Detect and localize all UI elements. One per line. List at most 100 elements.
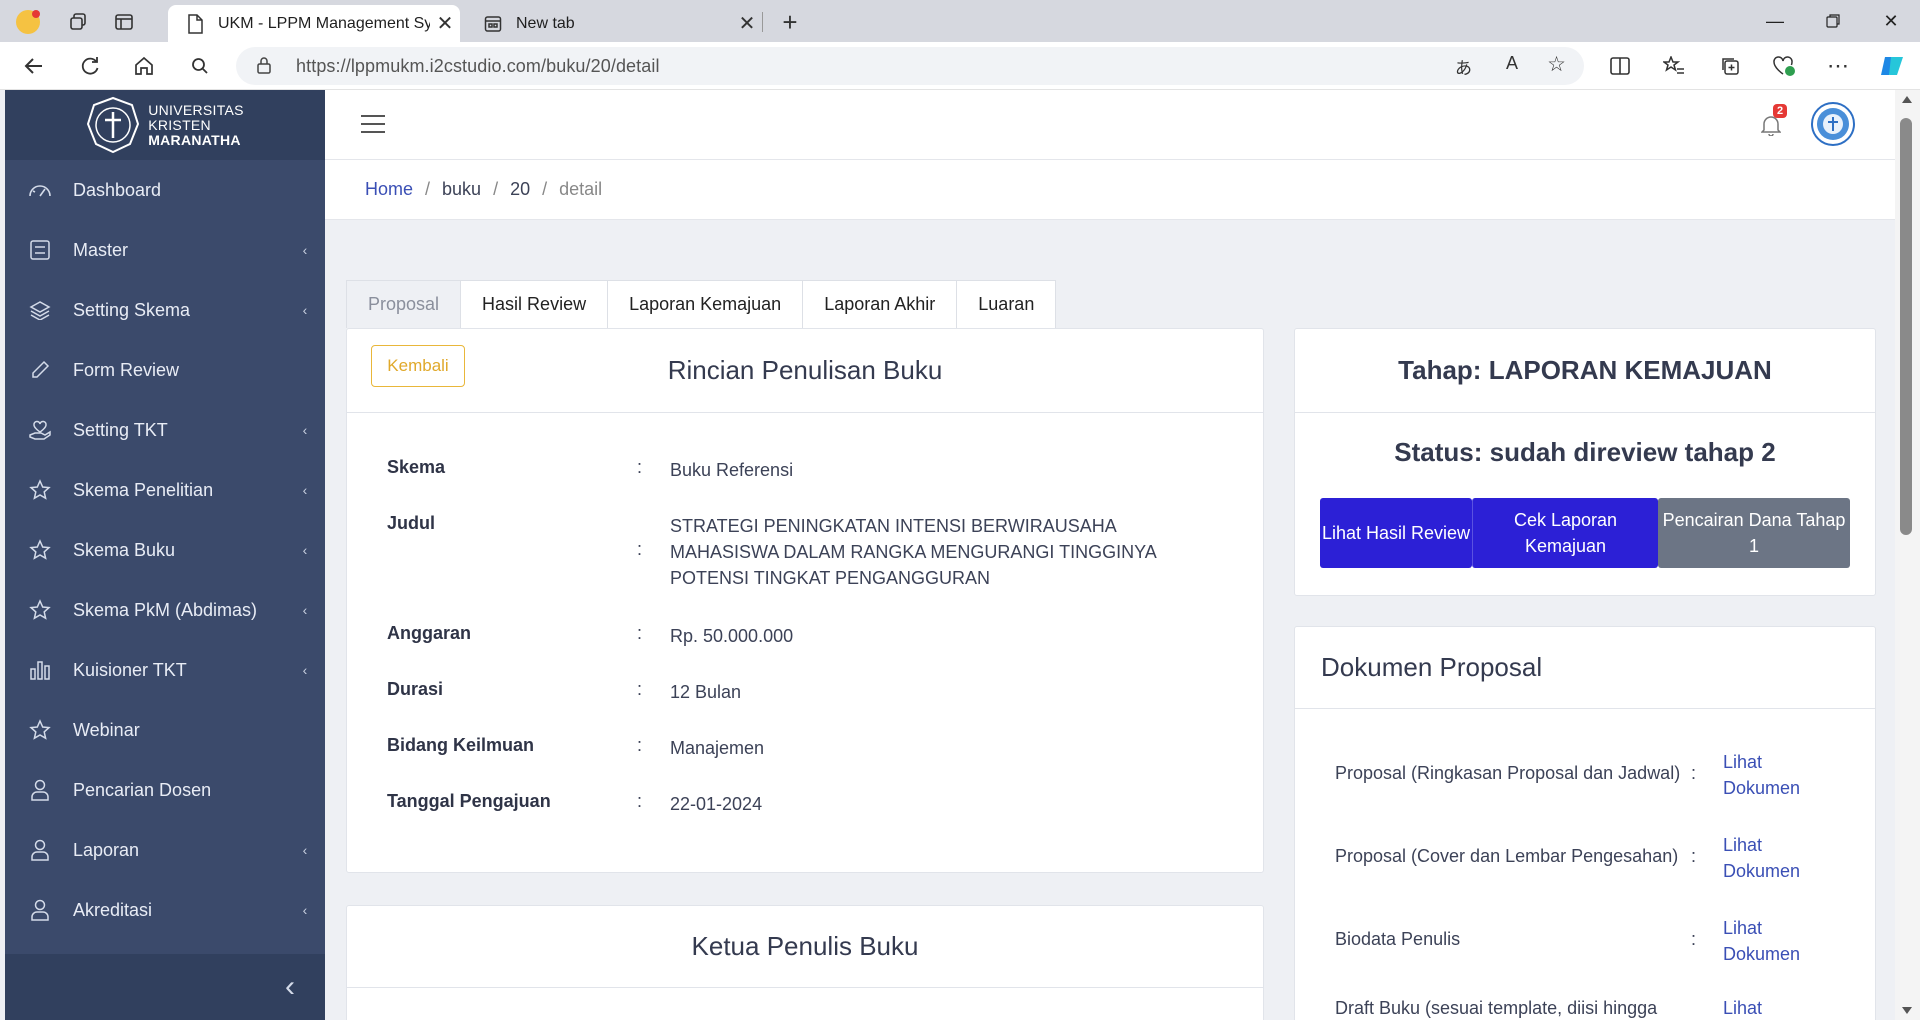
dokumen-card: Dokumen Proposal Proposal (Ringkasan Pro… xyxy=(1294,626,1876,1020)
browser-essentials-icon[interactable] xyxy=(1766,50,1802,82)
user-avatar[interactable] xyxy=(1811,102,1855,146)
sidebar-item-akreditasi[interactable]: Akreditasi ‹ xyxy=(5,880,325,940)
split-screen-icon[interactable] xyxy=(1602,50,1638,82)
copilot-icon[interactable] xyxy=(1874,50,1910,82)
notification-badge: 2 xyxy=(1773,104,1788,118)
chevron-left-icon: ‹ xyxy=(302,422,308,438)
minimize-icon[interactable]: — xyxy=(1746,0,1804,42)
sidebar-item-setting-tkt[interactable]: Setting TKT ‹ xyxy=(5,400,325,460)
close-window-icon[interactable]: ✕ xyxy=(1862,0,1920,42)
row-colon: : xyxy=(637,457,643,477)
address-bar[interactable]: https://lppmukm.i2cstudio.com/buku/20/de… xyxy=(236,47,1584,85)
sidebar-item-pencarian-dosen[interactable]: Pencarian Dosen xyxy=(5,760,325,820)
breadcrumb-home-link[interactable]: Home xyxy=(365,179,413,200)
row-colon: : xyxy=(637,539,643,559)
sidebar-item-webinar[interactable]: Webinar xyxy=(5,700,325,760)
breadcrumb-separator: / xyxy=(493,179,499,199)
lihat-dokumen-link[interactable]: Lihat xyxy=(1723,995,1843,1020)
lock-icon[interactable] xyxy=(256,56,272,79)
star-icon xyxy=(27,717,53,743)
sidebar-item-label: Skema Penelitian xyxy=(73,479,214,500)
sidebar-item-label: Webinar xyxy=(73,719,140,740)
browser-tab-active[interactable]: UKM - LPPM Management System ✕ xyxy=(168,5,460,42)
sidebar-item-form-review[interactable]: Form Review xyxy=(5,340,325,400)
sidebar-item-master[interactable]: Master ‹ xyxy=(5,220,325,280)
sidebar-item-label: Form Review xyxy=(73,359,180,380)
workspaces-icon[interactable] xyxy=(62,8,94,36)
search-icon[interactable] xyxy=(182,50,218,82)
notification-bell-icon[interactable]: 2 xyxy=(1760,104,1788,140)
home-icon[interactable] xyxy=(126,50,162,82)
tab-luaran[interactable]: Luaran xyxy=(957,280,1057,328)
collapse-chevron-icon[interactable]: ‹ xyxy=(255,970,325,1004)
scroll-down-arrow-icon[interactable] xyxy=(1902,1007,1912,1014)
row-label: Bidang Keilmuan xyxy=(387,735,535,755)
lihat-hasil-review-button[interactable]: Lihat Hasil Review xyxy=(1320,498,1472,568)
new-tab-plus-icon[interactable]: + xyxy=(774,6,806,38)
user-icon xyxy=(27,837,53,863)
profile-avatar-icon[interactable] xyxy=(12,6,44,38)
detail-tabs: Proposal Hasil Review Laporan Kemajuan L… xyxy=(346,280,1057,328)
sidebar-item-skema-buku[interactable]: Skema Buku ‹ xyxy=(5,520,325,580)
browser-tab-strip: UKM - LPPM Management System ✕ New tab ✕… xyxy=(0,0,1920,42)
window-controls: — ✕ xyxy=(1746,0,1920,42)
vertical-tabs-icon[interactable] xyxy=(108,8,140,36)
close-tab-icon[interactable]: ✕ xyxy=(430,11,460,36)
tab-proposal[interactable]: Proposal xyxy=(346,280,462,328)
hamburger-menu-icon[interactable] xyxy=(361,114,385,139)
ketua-card-header: Ketua Penulis Buku xyxy=(347,906,1263,988)
favorites-list-icon[interactable] xyxy=(1656,50,1692,82)
page-scrollbar-thumb[interactable] xyxy=(1900,118,1912,535)
restore-icon[interactable] xyxy=(1804,0,1862,42)
translate-icon[interactable]: あ xyxy=(1455,54,1472,79)
sidebar-item-label: Setting TKT xyxy=(73,419,168,440)
pencil-icon xyxy=(27,357,53,383)
tahap-title: Tahap: LAPORAN KEMAJUAN xyxy=(1398,355,1772,385)
university-logo xyxy=(87,96,140,154)
sidebar-item-setting-skema[interactable]: Setting Skema ‹ xyxy=(5,280,325,340)
refresh-icon[interactable] xyxy=(72,50,108,82)
more-menu-icon[interactable]: ⋯ xyxy=(1820,50,1856,82)
sidebar-item-label: Skema PkM (Abdimas) xyxy=(73,599,258,620)
favorite-star-icon[interactable]: ☆ xyxy=(1547,52,1566,77)
scroll-up-arrow-icon[interactable] xyxy=(1902,96,1912,103)
sidebar-item-label: Setting Skema xyxy=(73,299,191,320)
read-aloud-icon[interactable]: A xyxy=(1506,53,1518,74)
cek-laporan-kemajuan-button[interactable]: Cek Laporan Kemajuan xyxy=(1472,498,1658,568)
sidebar-item-skema-penelitian[interactable]: Skema Penelitian ‹ xyxy=(5,460,325,520)
user-icon xyxy=(27,777,53,803)
pencairan-dana-button[interactable]: Pencairan Dana Tahap 1 xyxy=(1658,498,1850,568)
status-text: Status: sudah direview tahap 2 xyxy=(1394,437,1776,467)
sidebar-item-label: Master xyxy=(73,239,129,260)
brand-header[interactable]: UNIVERSITAS KRISTEN MARANATHA xyxy=(5,90,325,160)
rincian-card: Rincian Penulisan Buku Kembali Skema : B… xyxy=(346,328,1264,873)
tab-laporan-kemajuan[interactable]: Laporan Kemajuan xyxy=(608,280,804,328)
lihat-dokumen-link[interactable]: Lihat Dokumen xyxy=(1723,832,1843,884)
tab-hasil-review[interactable]: Hasil Review xyxy=(461,280,609,328)
sidebar-item-dashboard[interactable]: Dashboard xyxy=(5,160,325,220)
breadcrumb-separator: / xyxy=(542,179,548,199)
app-root: { "browser": { "active_tab_title": "UKM … xyxy=(0,0,1920,1020)
url-text[interactable]: https://lppmukm.i2cstudio.com/buku/20/de… xyxy=(296,56,660,77)
tab-laporan-akhir[interactable]: Laporan Akhir xyxy=(803,280,958,328)
collections-icon[interactable] xyxy=(1712,50,1748,82)
lihat-dokumen-link[interactable]: Lihat Dokumen xyxy=(1723,915,1843,967)
lihat-dokumen-link[interactable]: Lihat Dokumen xyxy=(1723,749,1843,801)
new-tab-page-icon xyxy=(482,13,504,35)
breadcrumb-buku[interactable]: buku xyxy=(442,179,481,200)
row-label: Durasi xyxy=(387,679,444,699)
chevron-left-icon: ‹ xyxy=(302,302,308,318)
sidebar-item-skema-pkm[interactable]: Skema PkM (Abdimas) ‹ xyxy=(5,580,325,640)
browser-tab-new[interactable]: New tab ✕ xyxy=(466,5,762,42)
breadcrumb-id[interactable]: 20 xyxy=(510,179,530,200)
sidebar-item-kuisioner-tkt[interactable]: Kuisioner TKT ‹ xyxy=(5,640,325,700)
ketua-card: Ketua Penulis Buku xyxy=(346,905,1264,1020)
close-tab-icon[interactable]: ✕ xyxy=(732,11,762,36)
sidebar-item-label: Akreditasi xyxy=(73,899,153,920)
chevron-left-icon: ‹ xyxy=(302,842,308,858)
back-arrow-icon[interactable] xyxy=(16,50,52,82)
tahap-card-header: Tahap: LAPORAN KEMAJUAN xyxy=(1295,329,1875,413)
sidebar-item-laporan[interactable]: Laporan ‹ xyxy=(5,820,325,880)
back-button[interactable]: Kembali xyxy=(371,345,465,387)
tab-divider xyxy=(762,12,763,32)
